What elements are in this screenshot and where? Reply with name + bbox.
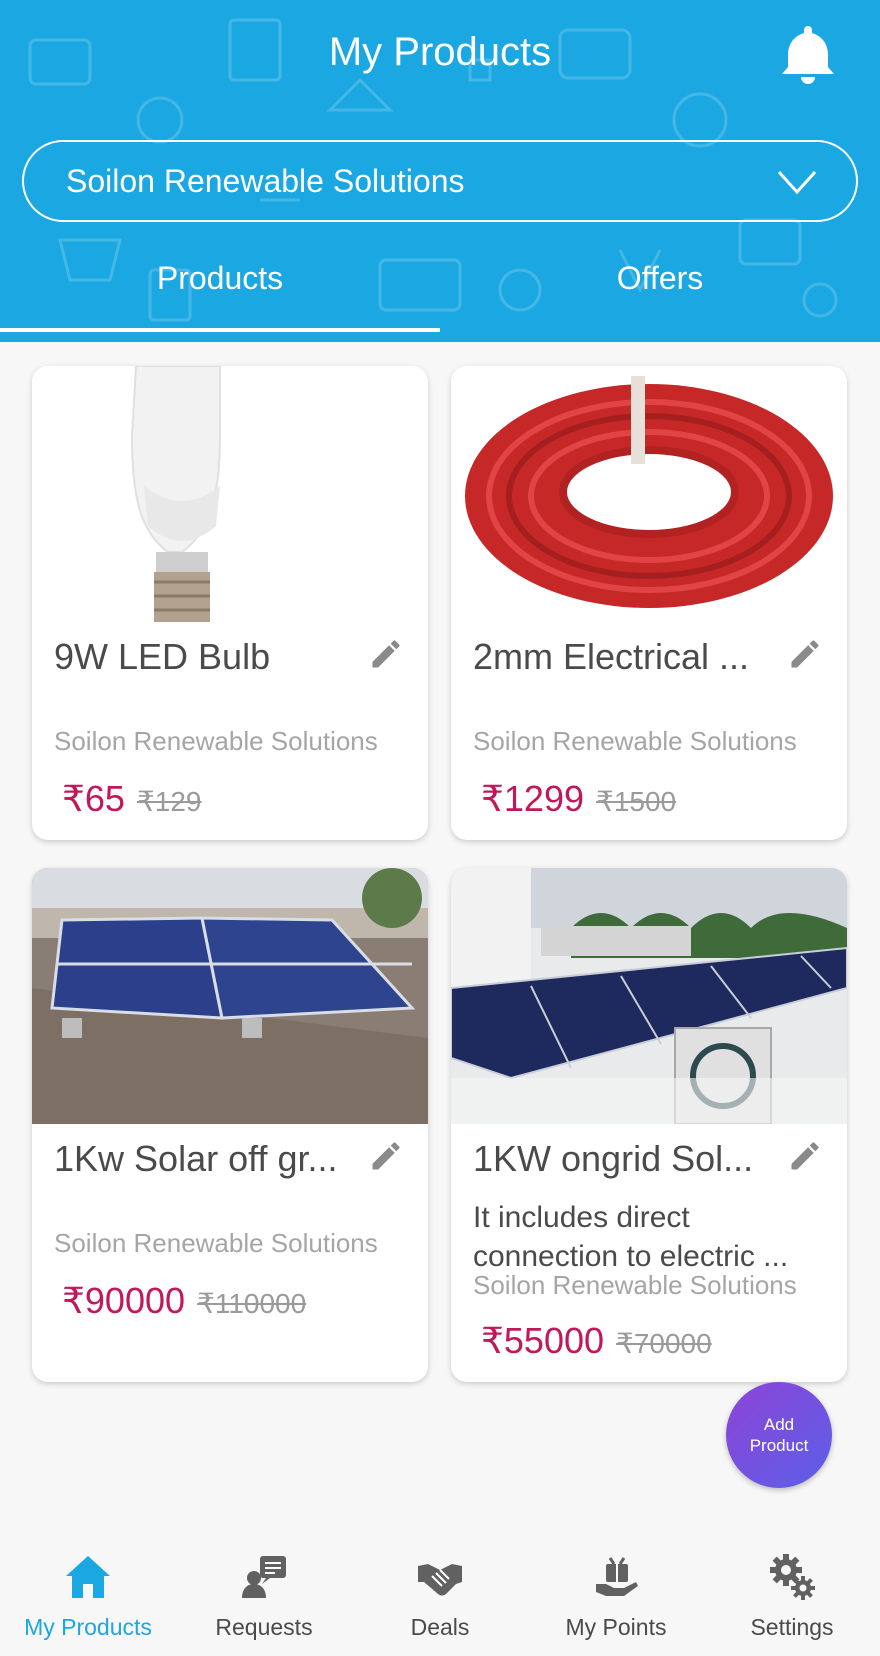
product-name: 9W LED Bulb [54, 636, 271, 677]
product-card[interactable]: 2mm Electrical ... Soilon Renewable Solu… [451, 366, 847, 840]
edit-pencil-icon[interactable] [368, 636, 404, 672]
product-name: 1Kw Solar off gr... [54, 1138, 338, 1179]
header: My Products Soilon Renewable Solutions P… [0, 0, 880, 342]
store-selector[interactable]: Soilon Renewable Solutions [22, 140, 858, 222]
nav-label: Requests [215, 1614, 313, 1640]
original-price: ₹70000 [616, 1328, 712, 1359]
gear-icon [770, 1554, 815, 1600]
tab-bar: Products Offers [0, 250, 880, 342]
product-image [32, 868, 428, 1124]
nav-settings[interactable]: Settings [704, 1534, 880, 1656]
price-row: ₹65 ₹129 [62, 778, 201, 820]
price-row: ₹90000 ₹110000 [62, 1280, 306, 1322]
requests-icon [242, 1556, 286, 1598]
price-row: ₹1299 ₹1500 [481, 778, 676, 820]
seller-name: Soilon Renewable Solutions [54, 726, 378, 756]
chevron-down-icon [777, 170, 817, 195]
nav-my-products[interactable]: My Products [0, 1534, 176, 1656]
handshake-icon [418, 1564, 462, 1596]
nav-label: My Points [565, 1614, 667, 1640]
sale-price: ₹1299 [481, 778, 584, 819]
notification-bell-icon[interactable] [780, 22, 836, 84]
original-price: ₹1500 [596, 786, 677, 817]
tab-offers[interactable]: Offers [440, 250, 880, 342]
app-screen: My Products Soilon Renewable Solutions P… [0, 0, 880, 1656]
sale-price: ₹65 [62, 778, 125, 819]
sale-price: ₹90000 [62, 1280, 186, 1321]
product-name: 1KW ongrid Sol... [473, 1138, 754, 1179]
description-line: It includes direct [473, 1201, 690, 1234]
nav-label: My Products [24, 1614, 152, 1640]
edit-pencil-icon[interactable] [787, 1138, 823, 1174]
product-card[interactable]: 1KW ongrid Sol... It includes direct con… [451, 868, 847, 1382]
nav-label: Settings [750, 1614, 834, 1640]
bottom-navigation: My Products Requests Deals My Points Set… [0, 1534, 880, 1656]
add-product-label-line1: Add [763, 1415, 795, 1434]
price-row: ₹55000 ₹70000 [481, 1320, 712, 1362]
store-selector-value: Soilon Renewable Solutions [66, 162, 465, 199]
seller-name: Soilon Renewable Solutions [54, 1228, 378, 1258]
add-product-label-line2: Product [749, 1436, 809, 1455]
product-name: 2mm Electrical ... [473, 636, 750, 677]
product-image [451, 366, 847, 622]
home-icon [66, 1556, 110, 1598]
edit-pencil-icon[interactable] [368, 1138, 404, 1174]
original-price: ₹110000 [197, 1288, 307, 1319]
seller-name: Soilon Renewable Solutions [473, 726, 797, 756]
nav-label: Deals [410, 1614, 470, 1640]
active-tab-indicator [0, 328, 440, 332]
product-image [32, 366, 428, 622]
edit-pencil-icon[interactable] [787, 636, 823, 672]
add-product-button[interactable]: Add Product [726, 1382, 832, 1488]
product-card[interactable]: 1Kw Solar off gr... Soilon Renewable Sol… [32, 868, 428, 1382]
seller-name: Soilon Renewable Solutions [473, 1270, 797, 1300]
sale-price: ₹55000 [481, 1320, 605, 1361]
points-icon [596, 1557, 638, 1596]
product-description: It includes direct connection to electri… [473, 1198, 825, 1276]
nav-my-points[interactable]: My Points [528, 1534, 704, 1656]
nav-requests[interactable]: Requests [176, 1534, 352, 1656]
nav-deals[interactable]: Deals [352, 1534, 528, 1656]
original-price: ₹129 [136, 786, 202, 817]
page-title: My Products [328, 30, 552, 74]
product-card[interactable]: 9W LED Bulb Soilon Renewable Solutions ₹… [32, 366, 428, 840]
product-image [451, 868, 847, 1124]
